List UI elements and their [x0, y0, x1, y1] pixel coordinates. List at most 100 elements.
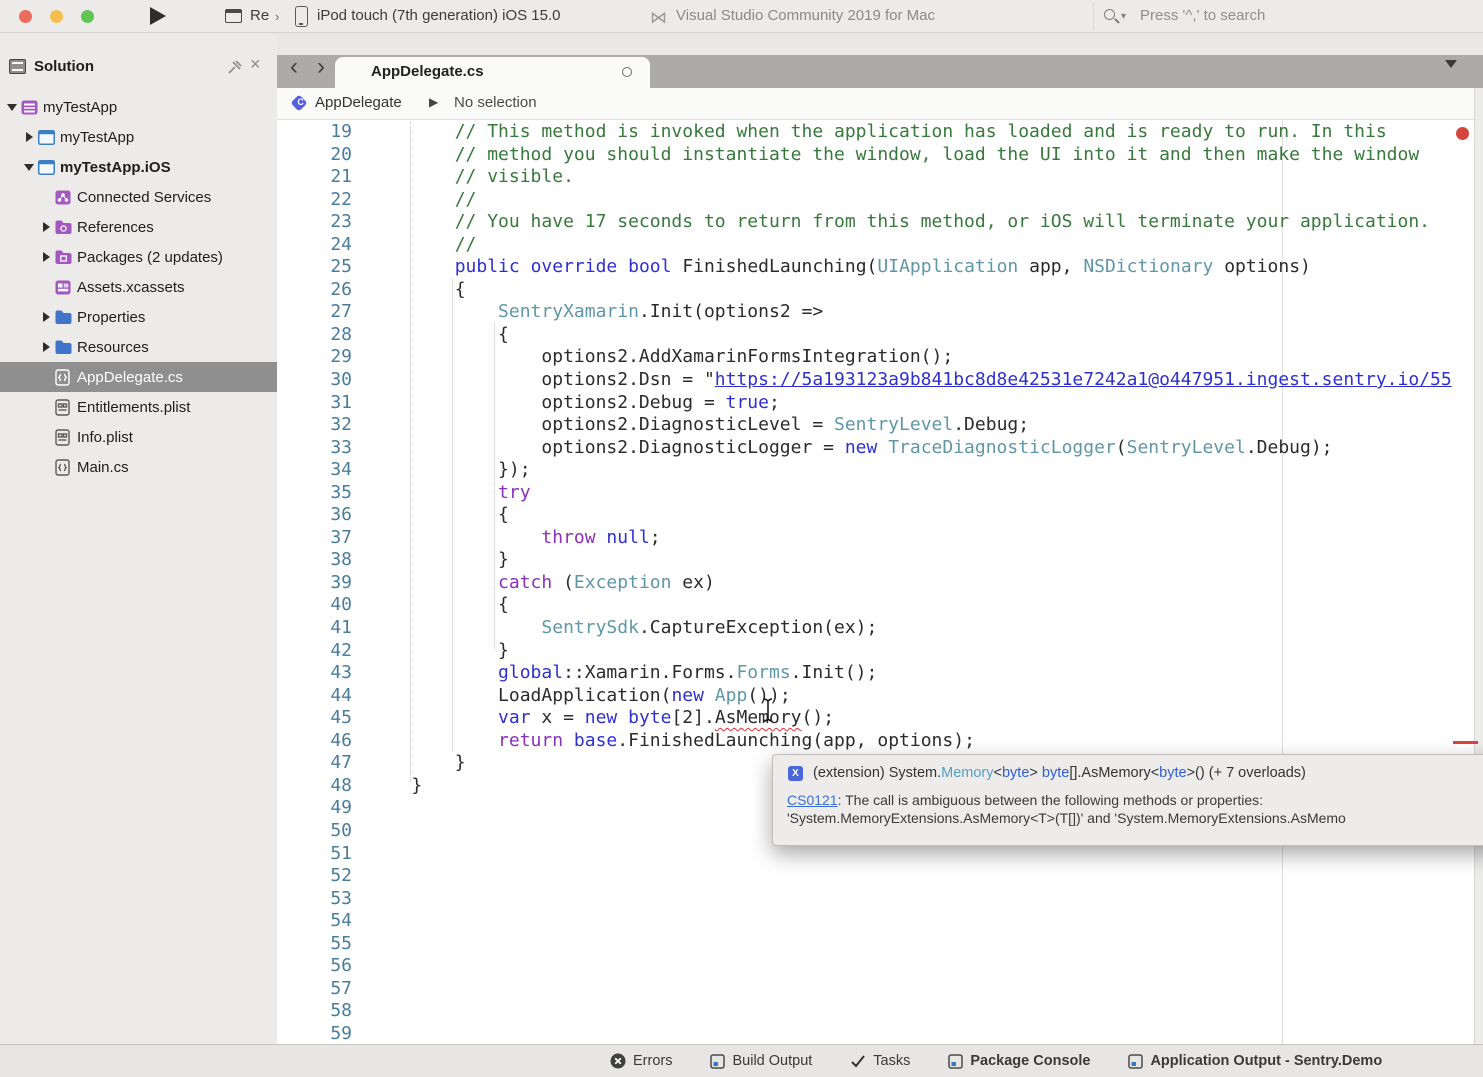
- code-line[interactable]: 38 }: [277, 549, 1483, 572]
- statusbar-label: Errors: [633, 1053, 672, 1069]
- sidebar-item-label: myTestApp.iOS: [60, 159, 171, 176]
- expand-arrow-icon[interactable]: [23, 131, 38, 143]
- code-lines: 19 // This method is invoked when the ap…: [277, 121, 1483, 1044]
- statusbar-build-output[interactable]: Build Output: [710, 1053, 812, 1069]
- code-line[interactable]: 27 SentryXamarin.Init(options2 =>: [277, 301, 1483, 324]
- expand-arrow-icon[interactable]: [40, 341, 55, 353]
- close-icon[interactable]: ×: [250, 54, 261, 75]
- collapse-arrow-icon[interactable]: [23, 161, 38, 173]
- pin-icon[interactable]: [228, 60, 242, 74]
- code-line[interactable]: 19 // This method is invoked when the ap…: [277, 121, 1483, 144]
- sidebar-item-info-plist[interactable]: Info.plist: [0, 422, 277, 452]
- code-line[interactable]: 25 public override bool FinishedLaunchin…: [277, 256, 1483, 279]
- code-line[interactable]: 28 {: [277, 324, 1483, 347]
- line-number: 42: [277, 640, 352, 663]
- project-icon: [38, 160, 60, 175]
- code-editor[interactable]: 19 // This method is invoked when the ap…: [277, 120, 1483, 1044]
- collapse-arrow-icon[interactable]: [6, 101, 21, 113]
- code-line[interactable]: 54: [277, 910, 1483, 933]
- search-input[interactable]: Press '^,' to search: [1140, 7, 1265, 24]
- expand-arrow-icon[interactable]: [40, 221, 55, 233]
- sidebar-item-connected-services[interactable]: Connected Services: [0, 182, 277, 212]
- navigate-forward-button[interactable]: ›: [317, 53, 325, 81]
- navigate-back-button[interactable]: ‹: [290, 53, 298, 81]
- window-close-button[interactable]: [19, 10, 32, 23]
- code-line[interactable]: 45 var x = new byte[2].AsMemory();: [277, 707, 1483, 730]
- arrow-spacer: [40, 401, 55, 413]
- expand-arrow-icon[interactable]: [40, 311, 55, 323]
- code-text: return base.FinishedLaunching(app, optio…: [352, 730, 975, 753]
- sidebar-item-packages-2-updates[interactable]: Packages (2 updates): [0, 242, 277, 272]
- code-text: [352, 933, 368, 956]
- code-line[interactable]: 21 // visible.: [277, 166, 1483, 189]
- expand-arrow-icon[interactable]: [40, 251, 55, 263]
- code-line[interactable]: 42 }: [277, 640, 1483, 663]
- code-line[interactable]: 44 LoadApplication(new App());: [277, 685, 1483, 708]
- plist-file-icon: [55, 399, 77, 416]
- code-text: {: [352, 594, 509, 617]
- run-button[interactable]: [150, 7, 166, 25]
- code-text: SentryXamarin.Init(options2 =>: [352, 301, 823, 324]
- code-line[interactable]: 22 //: [277, 189, 1483, 212]
- statusbar-errors[interactable]: Errors: [610, 1053, 672, 1069]
- breadcrumb-class[interactable]: AppDelegate: [315, 94, 402, 111]
- sidebar-item-resources[interactable]: Resources: [0, 332, 277, 362]
- code-line[interactable]: 58: [277, 1000, 1483, 1023]
- code-line[interactable]: 52: [277, 865, 1483, 888]
- code-line[interactable]: 34 });: [277, 459, 1483, 482]
- line-number: 40: [277, 594, 352, 617]
- sidebar-item-mytestapp[interactable]: myTestApp: [0, 92, 277, 122]
- sidebar-item-mytestapp[interactable]: myTestApp: [0, 122, 277, 152]
- code-line[interactable]: 33 options2.DiagnosticLogger = new Trace…: [277, 437, 1483, 460]
- code-line[interactable]: 29 options2.AddXamarinFormsIntegration()…: [277, 346, 1483, 369]
- editor-scrollbar[interactable]: [1474, 88, 1483, 1044]
- arrow-spacer: [40, 371, 55, 383]
- error-underlined-symbol[interactable]: AsMemory: [715, 707, 802, 728]
- sentry-dsn-link[interactable]: https://5a193123a9b841bc8d8e42531e7242a1…: [715, 369, 1452, 390]
- tab-modified-indicator-icon[interactable]: [622, 67, 632, 77]
- code-line[interactable]: 31 options2.Debug = true;: [277, 392, 1483, 415]
- code-line[interactable]: 39 catch (Exception ex): [277, 572, 1483, 595]
- sidebar-item-mytestapp-ios[interactable]: myTestApp.iOS: [0, 152, 277, 182]
- device-selector[interactable]: iPod touch (7th generation) iOS 15.0: [317, 7, 561, 24]
- sidebar-item-entitlements-plist[interactable]: Entitlements.plist: [0, 392, 277, 422]
- code-line[interactable]: 26 {: [277, 279, 1483, 302]
- tab-list-dropdown-icon[interactable]: [1445, 60, 1457, 68]
- sidebar-item-references[interactable]: References: [0, 212, 277, 242]
- code-line[interactable]: 53: [277, 888, 1483, 911]
- code-text: catch (Exception ex): [352, 572, 715, 595]
- error-code-link[interactable]: CS0121: [787, 792, 838, 808]
- code-line[interactable]: 20 // method you should instantiate the …: [277, 144, 1483, 167]
- code-line[interactable]: 56: [277, 955, 1483, 978]
- sidebar-item-properties[interactable]: Properties: [0, 302, 277, 332]
- code-line[interactable]: 40 {: [277, 594, 1483, 617]
- code-line[interactable]: 23 // You have 17 seconds to return from…: [277, 211, 1483, 234]
- statusbar-application-output[interactable]: Application Output - Sentry.Demo: [1128, 1053, 1382, 1069]
- sidebar-item-appdelegate-cs[interactable]: AppDelegate.cs: [0, 362, 277, 392]
- sidebar-item-label: AppDelegate.cs: [77, 369, 183, 386]
- tab-appdelegate[interactable]: AppDelegate.cs: [335, 57, 650, 88]
- sidebar-item-main-cs[interactable]: Main.cs: [0, 452, 277, 482]
- window-maximize-button[interactable]: [81, 10, 94, 23]
- code-line[interactable]: 43 global::Xamarin.Forms.Forms.Init();: [277, 662, 1483, 685]
- code-line[interactable]: 32 options2.DiagnosticLevel = SentryLeve…: [277, 414, 1483, 437]
- code-line[interactable]: 35 try: [277, 482, 1483, 505]
- code-line[interactable]: 41 SentrySdk.CaptureException(ex);: [277, 617, 1483, 640]
- code-line[interactable]: 46 return base.FinishedLaunching(app, op…: [277, 730, 1483, 753]
- window-minimize-button[interactable]: [50, 10, 63, 23]
- code-line[interactable]: 24 //: [277, 234, 1483, 257]
- build-configuration-selector[interactable]: Re: [250, 7, 269, 24]
- breadcrumb-selection[interactable]: No selection: [454, 94, 537, 111]
- code-line[interactable]: 55: [277, 933, 1483, 956]
- line-number: 21: [277, 166, 352, 189]
- extension-method-icon: X: [788, 766, 803, 781]
- code-line[interactable]: 30 options2.Dsn = "https://5a193123a9b84…: [277, 369, 1483, 392]
- code-line[interactable]: 37 throw null;: [277, 527, 1483, 550]
- code-line[interactable]: 36 {: [277, 504, 1483, 527]
- statusbar-tasks[interactable]: Tasks: [850, 1053, 910, 1069]
- statusbar-package-console[interactable]: Package Console: [948, 1053, 1090, 1069]
- code-line[interactable]: 59: [277, 1023, 1483, 1044]
- sidebar-item-assets-xcassets[interactable]: Assets.xcassets: [0, 272, 277, 302]
- code-text: [352, 978, 368, 1001]
- code-line[interactable]: 57: [277, 978, 1483, 1001]
